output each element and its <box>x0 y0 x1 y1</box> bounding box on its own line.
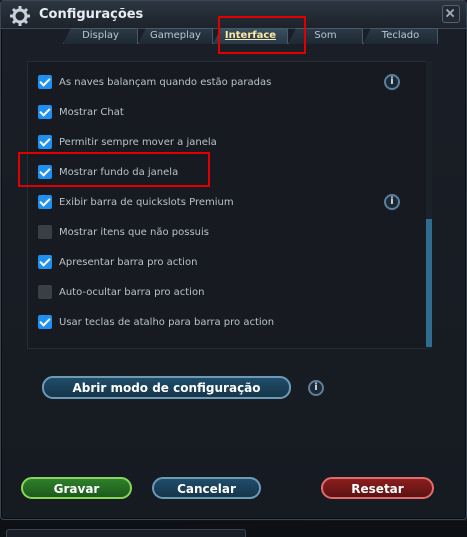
gear-icon <box>10 6 30 26</box>
option-row[interactable]: Auto-ocultar barra pro action <box>38 283 204 301</box>
option-row[interactable]: Exibir barra de quickslots Premium <box>38 193 234 211</box>
info-icon[interactable]: i <box>384 194 400 210</box>
option-checkbox[interactable] <box>38 105 52 119</box>
save-button[interactable]: Gravar <box>21 477 132 499</box>
option-row[interactable]: Permitir sempre mover a janela <box>38 133 217 151</box>
open-config-mode-button[interactable]: Abrir modo de configuração <box>42 376 291 399</box>
option-row[interactable]: Mostrar itens que não possuis <box>38 223 209 241</box>
option-row[interactable]: As naves balançam quando estão paradas <box>38 73 271 91</box>
reset-button[interactable]: Resetar <box>321 477 434 499</box>
option-row[interactable]: Mostrar Chat <box>38 103 124 121</box>
info-icon[interactable]: i <box>384 74 400 90</box>
option-checkbox[interactable] <box>38 285 52 299</box>
option-checkbox[interactable] <box>38 75 52 89</box>
option-label: Auto-ocultar barra pro action <box>59 286 205 298</box>
option-label: Permitir sempre mover a janela <box>59 136 217 148</box>
tab-display[interactable]: Display <box>63 28 138 44</box>
option-label: Mostrar itens que não possuis <box>59 226 209 238</box>
info-icon[interactable]: i <box>308 380 324 396</box>
tab-teclado[interactable]: Teclado <box>363 28 438 44</box>
option-label: Mostrar Chat <box>59 106 124 118</box>
settings-window: Configurações Display Gameplay Interface… <box>0 0 467 520</box>
bottom-window-tab <box>6 529 246 537</box>
tab-gameplay[interactable]: Gameplay <box>138 28 213 44</box>
highlight-box-tab <box>218 16 306 54</box>
highlight-box-option <box>18 152 210 187</box>
option-checkbox[interactable] <box>38 195 52 209</box>
scrollbar-thumb[interactable] <box>426 219 432 347</box>
option-label: As naves balançam quando estão paradas <box>59 76 272 88</box>
option-label: Exibir barra de quickslots Premium <box>59 196 234 208</box>
option-row[interactable]: Usar teclas de atalho para barra pro act… <box>38 313 274 331</box>
window-title: Configurações <box>39 7 144 22</box>
option-label: Usar teclas de atalho para barra pro act… <box>59 316 275 328</box>
option-row[interactable]: Apresentar barra pro action <box>38 253 197 271</box>
option-checkbox[interactable] <box>38 315 52 329</box>
option-checkbox[interactable] <box>38 255 52 269</box>
option-checkbox[interactable] <box>38 135 52 149</box>
option-label: Apresentar barra pro action <box>59 256 198 268</box>
cancel-button[interactable]: Cancelar <box>152 477 261 499</box>
option-checkbox[interactable] <box>38 225 52 239</box>
scrollbar[interactable] <box>426 61 432 349</box>
close-icon[interactable] <box>442 5 460 23</box>
